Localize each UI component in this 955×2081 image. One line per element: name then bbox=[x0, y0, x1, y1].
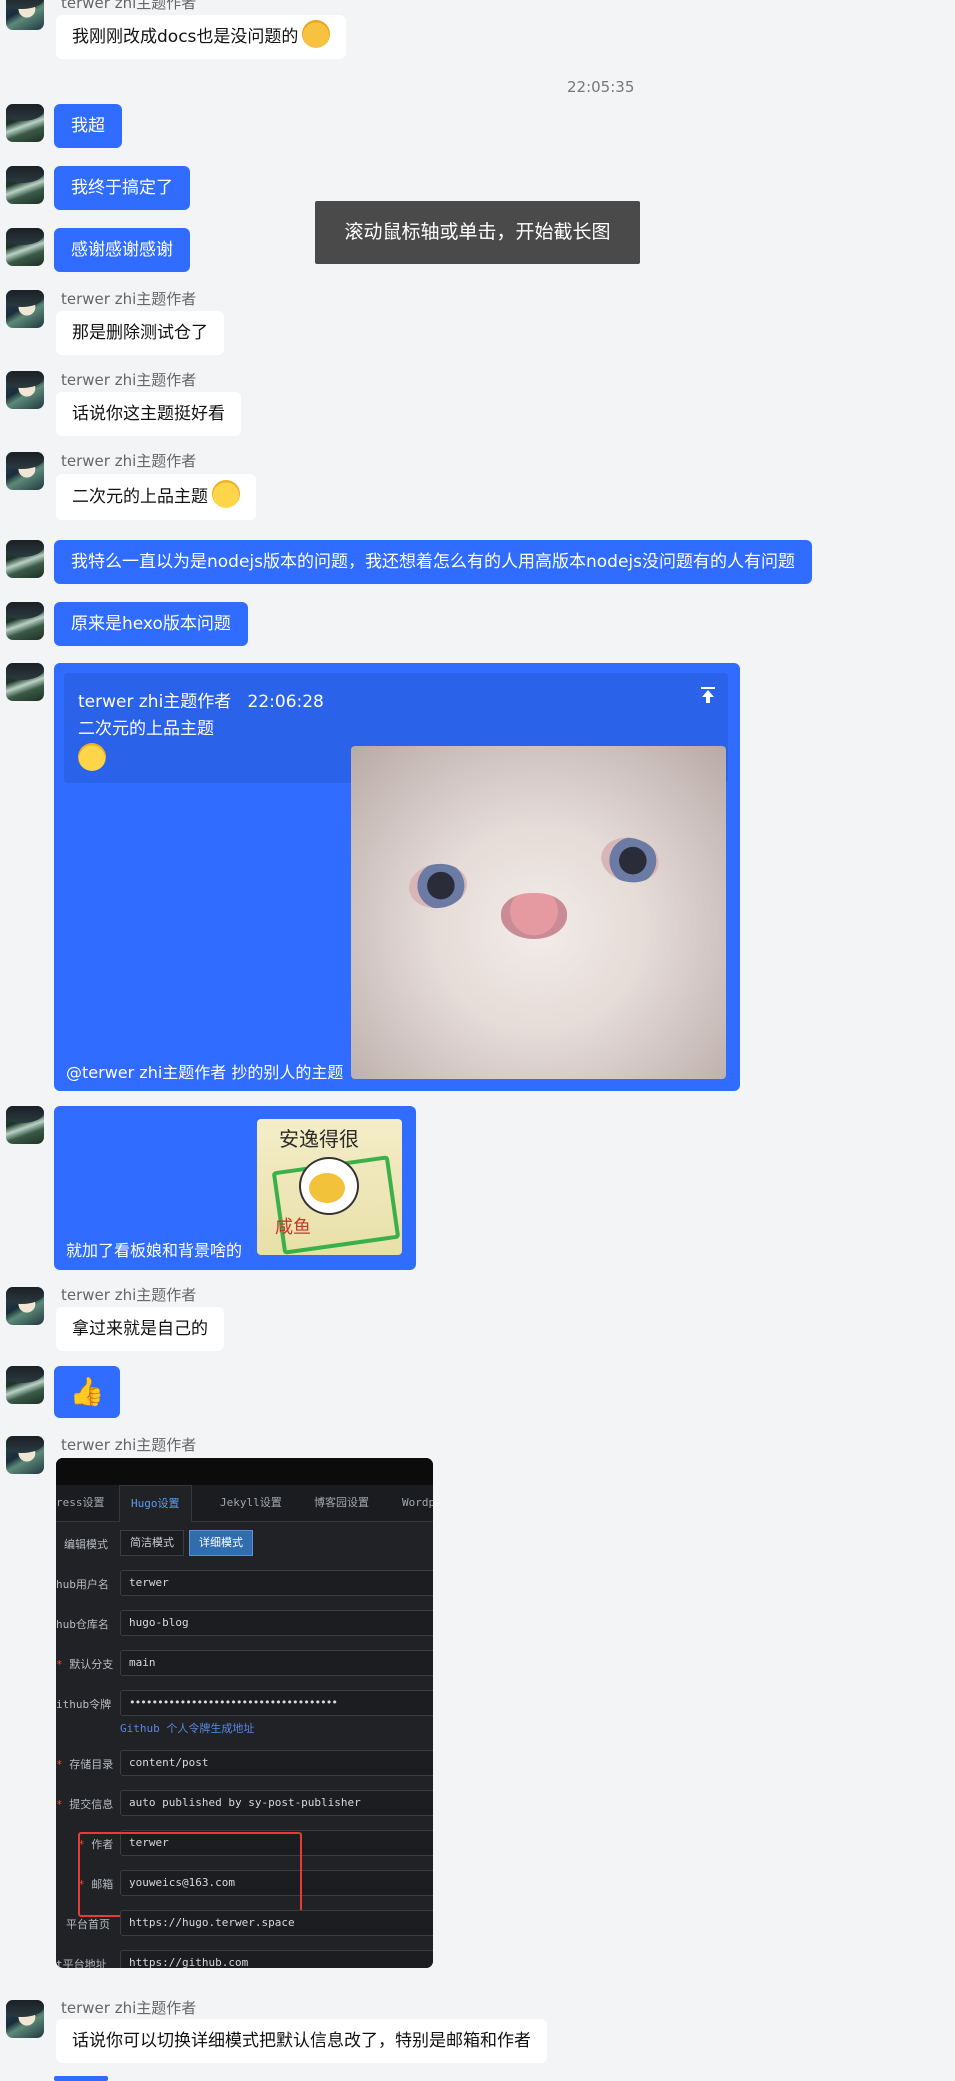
scroll-to-top-icon[interactable] bbox=[698, 685, 718, 705]
next-message-edge bbox=[54, 2076, 108, 2081]
image-top-bar bbox=[56, 1458, 433, 1485]
avatar[interactable] bbox=[6, 452, 44, 490]
message-bubble: 感谢感谢感谢 bbox=[54, 228, 190, 272]
sticker-cheek bbox=[309, 1173, 345, 1203]
tab-hugo: Hugo设置 bbox=[119, 1485, 192, 1522]
avatar[interactable] bbox=[6, 602, 44, 640]
field-label: * 提交信息 bbox=[56, 1798, 114, 1811]
message-text: 话说你这主题挺好看 bbox=[72, 404, 225, 424]
field-value: auto published by sy-post-publisher bbox=[120, 1790, 433, 1816]
author-name: terwer zhi主题作者 bbox=[61, 1436, 197, 1454]
sticker-image[interactable]: 安逸得很 咸鱼 bbox=[257, 1119, 402, 1255]
avatar[interactable] bbox=[6, 166, 44, 204]
field-value: main bbox=[120, 1650, 433, 1676]
message-text: 原来是hexo版本问题 bbox=[71, 614, 231, 634]
avatar[interactable] bbox=[6, 290, 44, 328]
author-name: terwer zhi主题作者 bbox=[61, 371, 197, 389]
settings-screenshot-image[interactable]: ress设置 Hugo设置 Jekyll设置 博客园设置 Wordp 编辑模式 … bbox=[56, 1458, 433, 1968]
thumbs-up-icon: 👍 bbox=[54, 1366, 120, 1418]
cat-nose bbox=[501, 893, 567, 939]
mode-detail: 详细模式 bbox=[189, 1530, 253, 1556]
field-value: content/post bbox=[120, 1750, 433, 1776]
field-value: https://hugo.terwer.space bbox=[120, 1910, 433, 1936]
message-text: 话说你可以切换详细模式把默认信息改了，特别是邮箱和作者 bbox=[72, 2031, 531, 2051]
message-bubble: 话说你这主题挺好看 bbox=[56, 392, 241, 436]
message-text: 拿过来就是自己的 bbox=[72, 1319, 208, 1339]
tab-cnblogs: 博客园设置 bbox=[314, 1496, 369, 1509]
message-bubble: 拿过来就是自己的 bbox=[56, 1307, 224, 1351]
field-value: https://github.com bbox=[120, 1950, 433, 1968]
message-text: 二次元的上品主题 bbox=[72, 487, 208, 507]
field-label: 平台首页 bbox=[66, 1918, 110, 1931]
avatar[interactable] bbox=[6, 371, 44, 409]
field-label: ithub令牌 bbox=[56, 1698, 112, 1711]
message-text: 我刚刚改成docs也是没问题的 bbox=[72, 27, 299, 47]
avatar[interactable] bbox=[6, 1106, 44, 1144]
quote-reply-bubble: terwer zhi主题作者 22:06:28 二次元的上品主题 @terwer… bbox=[54, 663, 740, 1091]
message-bubble: 原来是hexo版本问题 bbox=[54, 602, 248, 646]
field-value: terwer bbox=[120, 1570, 433, 1596]
author-name: terwer zhi主题作者 bbox=[61, 0, 197, 12]
message-text: 我特么一直以为是nodejs版本的问题，我还想着怎么有的人用高版本nodejs没… bbox=[71, 552, 796, 572]
message-bubble: 就加了看板娘和背景啥的 安逸得很 咸鱼 bbox=[54, 1106, 416, 1270]
tab-wordpress-partial: ress设置 bbox=[56, 1496, 105, 1509]
quoted-time: 22:06:28 bbox=[247, 692, 324, 712]
avatar[interactable] bbox=[6, 540, 44, 578]
message-bubble: 我特么一直以为是nodejs版本的问题，我还想着怎么有的人用高版本nodejs没… bbox=[54, 540, 813, 584]
message-text: 那是删除测试仓了 bbox=[72, 323, 208, 343]
field-label: * 默认分支 bbox=[56, 1658, 114, 1671]
edit-mode-label: 编辑模式 bbox=[64, 1538, 108, 1551]
message-text: 感谢感谢感谢 bbox=[71, 240, 173, 260]
sticker-label: 咸鱼 bbox=[275, 1217, 311, 1238]
avatar[interactable] bbox=[6, 104, 44, 142]
highlight-box bbox=[78, 1832, 302, 1917]
author-name: terwer zhi主题作者 bbox=[61, 1999, 197, 2017]
timestamp: 22:05:35 bbox=[567, 78, 635, 96]
laughing-emoji-icon bbox=[302, 20, 331, 48]
mode-simple: 简洁模式 bbox=[120, 1530, 184, 1556]
tab-jekyll: Jekyll设置 bbox=[220, 1496, 282, 1509]
field-label: hub仓库名 bbox=[56, 1618, 109, 1631]
field-label: * 存储目录 bbox=[56, 1758, 114, 1771]
tab-wordpress: Wordp bbox=[402, 1496, 433, 1509]
smirk-emoji-icon bbox=[78, 743, 106, 771]
field-label: t平台地址 bbox=[56, 1958, 107, 1968]
message-text: 抄的别人的主题 bbox=[231, 1063, 344, 1082]
sticker-caption: 安逸得很 bbox=[279, 1127, 359, 1151]
message-bubble: 话说你可以切换详细模式把默认信息改了，特别是邮箱和作者 bbox=[56, 2019, 547, 2063]
author-name: terwer zhi主题作者 bbox=[61, 1286, 197, 1304]
mention[interactable]: @terwer zhi主题作者 bbox=[66, 1063, 226, 1082]
avatar[interactable] bbox=[6, 663, 44, 701]
cat-eye bbox=[597, 832, 663, 888]
cat-meme-image[interactable] bbox=[351, 746, 726, 1079]
message-bubble: 我终于搞定了 bbox=[54, 166, 190, 210]
message-text: 就加了看板娘和背景啥的 bbox=[66, 1241, 243, 1260]
avatar[interactable] bbox=[6, 228, 44, 266]
quoted-author: terwer zhi主题作者 bbox=[78, 692, 232, 712]
avatar[interactable] bbox=[6, 0, 44, 30]
message-bubble: 我超 bbox=[54, 104, 122, 148]
message-bubble: 二次元的上品主题 bbox=[56, 474, 256, 520]
message-bubble: 我刚刚改成docs也是没问题的 bbox=[56, 15, 347, 59]
message-bubble: 那是删除测试仓了 bbox=[56, 311, 224, 355]
avatar[interactable] bbox=[6, 1436, 44, 1474]
smirk-emoji-icon bbox=[212, 480, 240, 508]
author-name: terwer zhi主题作者 bbox=[61, 452, 197, 470]
message-text: 我超 bbox=[71, 116, 105, 136]
quoted-text: 二次元的上品主题 bbox=[78, 719, 214, 739]
avatar[interactable] bbox=[6, 1366, 44, 1404]
cat-eye bbox=[406, 860, 470, 912]
screenshot-tooltip: 滚动鼠标轴或单击，开始截长图 bbox=[315, 201, 640, 264]
field-value: hugo-blog bbox=[120, 1610, 433, 1636]
settings-tabs: ress设置 Hugo设置 Jekyll设置 博客园设置 Wordp bbox=[56, 1485, 433, 1522]
field-label: hub用户名 bbox=[56, 1578, 109, 1591]
avatar[interactable] bbox=[6, 2000, 44, 2038]
token-link: Github 个人令牌生成地址 bbox=[120, 1722, 255, 1735]
message-text: 我终于搞定了 bbox=[71, 178, 173, 198]
field-value: ••••••••••••••••••••••••••••••••••••• bbox=[120, 1690, 433, 1716]
avatar[interactable] bbox=[6, 1287, 44, 1325]
author-name: terwer zhi主题作者 bbox=[61, 290, 197, 308]
